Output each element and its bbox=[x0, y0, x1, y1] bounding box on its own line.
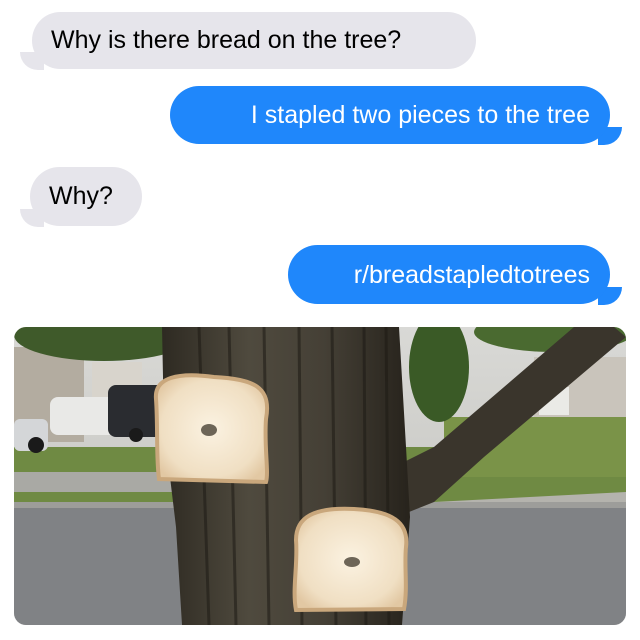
message-text: r/breadstapledtotrees bbox=[353, 261, 590, 289]
photo-attachment[interactable] bbox=[14, 327, 626, 625]
outgoing-message-bubble[interactable]: r/breadstapledtotrees bbox=[288, 245, 610, 304]
car-wheel bbox=[129, 428, 143, 442]
message-text: Why? bbox=[49, 182, 113, 210]
incoming-message-bubble[interactable]: Why? bbox=[30, 167, 142, 226]
staple-mark bbox=[344, 557, 360, 567]
outgoing-message-bubble[interactable]: I stapled two pieces to the tree bbox=[170, 86, 610, 144]
bread-on-tree-photo bbox=[14, 327, 626, 625]
message-text: Why is there bread on the tree? bbox=[51, 26, 402, 54]
message-text: I stapled two pieces to the tree bbox=[250, 101, 590, 129]
car bbox=[50, 397, 116, 435]
incoming-message-bubble[interactable]: Why is there bread on the tree? bbox=[32, 12, 476, 69]
car-wheel bbox=[28, 437, 44, 453]
staple-mark bbox=[201, 424, 217, 436]
